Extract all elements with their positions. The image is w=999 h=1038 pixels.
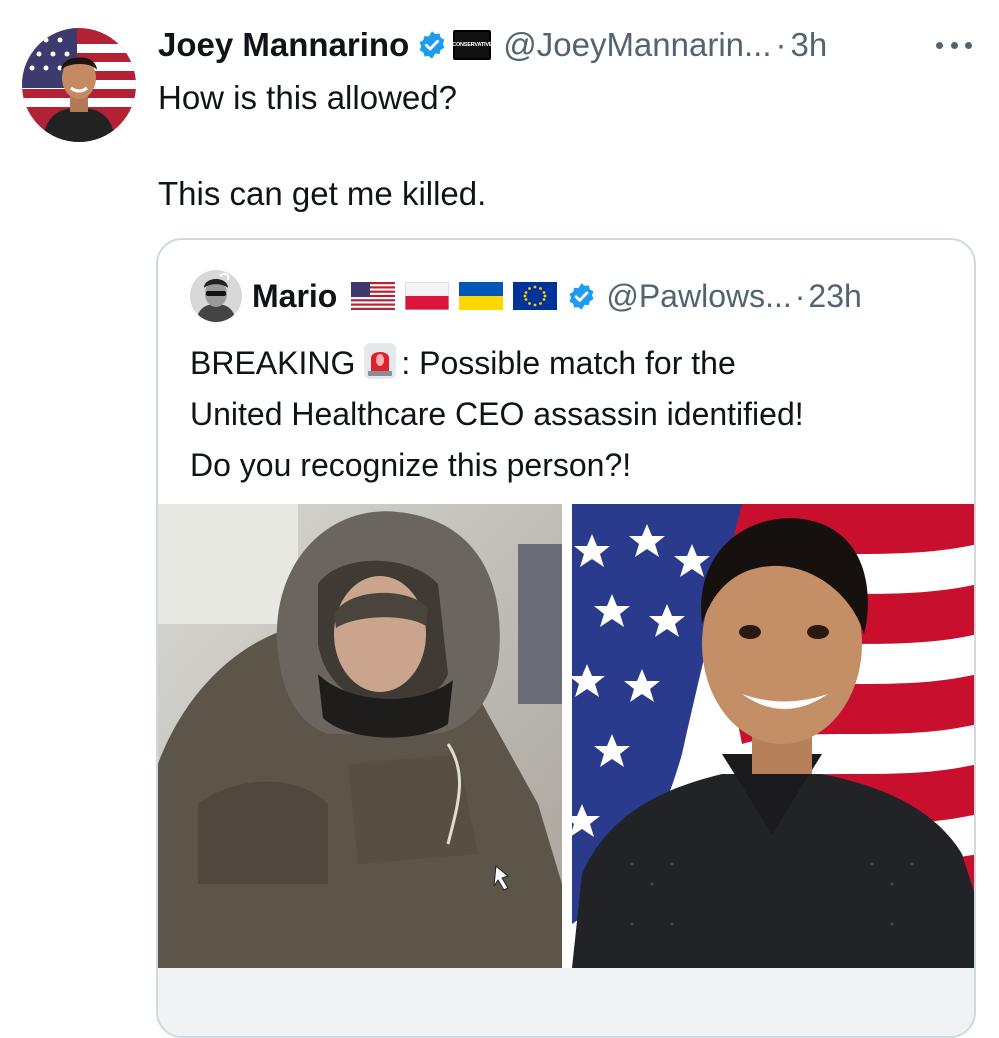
us-flag-icon <box>351 282 396 310</box>
quoted-text-line: Do you recognize this person?! <box>190 447 632 483</box>
quoted-text-line: United Healthcare CEO assassin identifie… <box>190 396 804 432</box>
quoted-tweet[interactable]: Mario @Pawlows... · 23h BREAKING: Possi… <box>156 238 976 1038</box>
tweet[interactable]: Joey Mannarino CONSERVATIVE @JoeyMannari… <box>0 0 999 1038</box>
affiliation-badge[interactable]: CONSERVATIVE <box>452 30 493 60</box>
tweet-text-line: This can get me killed. <box>158 175 487 212</box>
media-divider <box>562 504 572 968</box>
poland-flag-icon <box>405 282 450 310</box>
media-image-hooded-figure[interactable] <box>158 504 562 968</box>
quoted-author-name[interactable]: Mario <box>252 278 337 315</box>
author-name[interactable]: Joey Mannarino <box>158 26 409 64</box>
verified-badge-icon <box>569 282 594 310</box>
quoted-text-part: : Possible match for the <box>401 345 736 381</box>
quoted-author-avatar[interactable] <box>190 270 242 322</box>
link-preview-strip <box>158 968 974 1036</box>
ukraine-flag-icon <box>459 282 504 310</box>
siren-emoji-icon <box>364 343 397 379</box>
author-handle[interactable]: @JoeyMannarin... <box>503 26 771 64</box>
separator-dot: · <box>794 277 806 314</box>
affiliation-badge-label: CONSERVATIVE <box>452 42 493 48</box>
more-options-icon[interactable] <box>932 30 976 60</box>
verified-badge-icon <box>419 31 445 59</box>
tweet-header: Joey Mannarino CONSERVATIVE @JoeyMannari… <box>158 22 827 68</box>
breaking-label: BREAKING <box>190 345 356 381</box>
author-avatar[interactable] <box>22 28 136 142</box>
separator-dot: · <box>775 26 787 63</box>
quoted-header: Mario @Pawlows... · 23h <box>252 274 862 318</box>
quoted-text: BREAKING : Possible match for the United… <box>190 338 950 491</box>
media-image-portrait[interactable] <box>572 504 974 968</box>
quoted-text-line: BREAKING : Possible match for the <box>190 338 950 389</box>
tweet-text-line: How is this allowed? <box>158 79 457 116</box>
tweet-timestamp[interactable]: 3h <box>791 26 828 64</box>
eu-flag-icon <box>513 282 558 310</box>
quoted-author-handle[interactable]: @Pawlows... <box>606 278 791 315</box>
quoted-timestamp[interactable]: 23h <box>808 278 861 315</box>
